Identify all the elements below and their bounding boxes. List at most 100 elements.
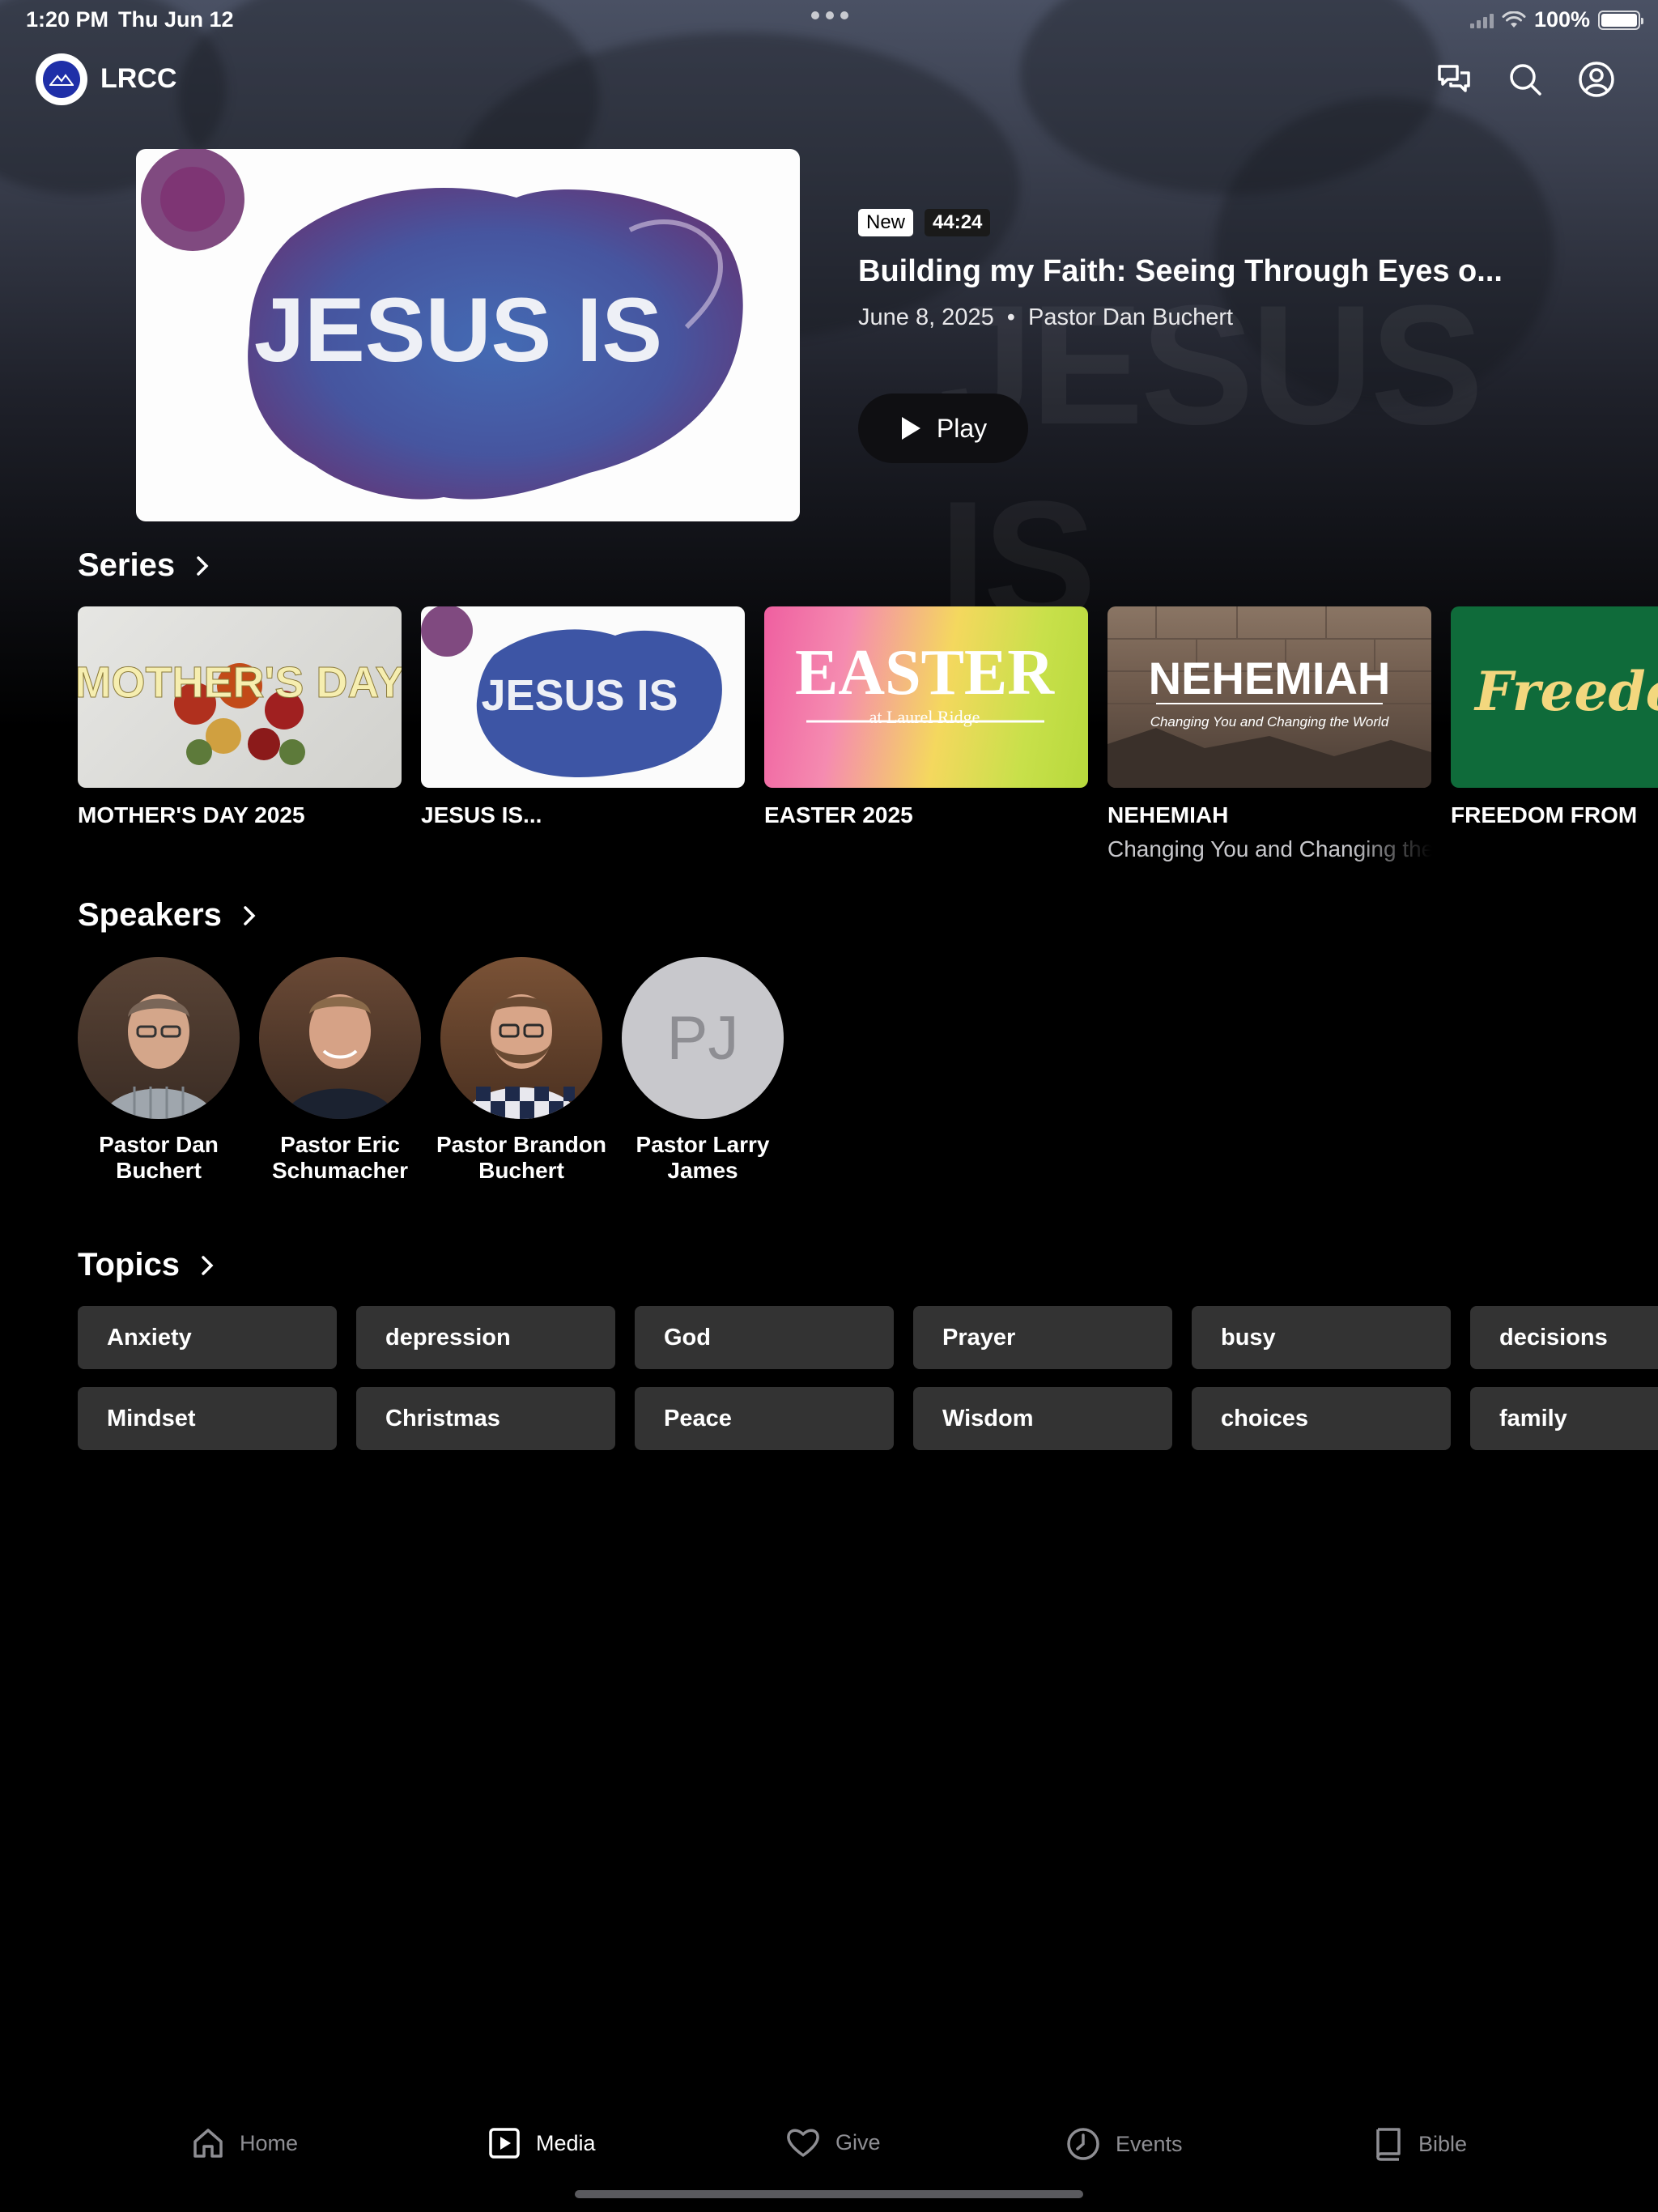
series-title: EASTER 2025 bbox=[764, 802, 913, 827]
easter-artwork: EASTER at Laurel Ridge bbox=[764, 606, 1088, 788]
featured-art-text: JESUS IS bbox=[254, 279, 662, 381]
book-icon bbox=[1376, 2128, 1401, 2161]
speaker-name: Pastor Larry James bbox=[636, 1132, 770, 1183]
series-title: FREEDOM FROM bbox=[1451, 802, 1638, 827]
chat-icon bbox=[1438, 65, 1470, 92]
topic-chip[interactable]: Wisdom bbox=[913, 1387, 1172, 1450]
topic-chip[interactable]: depression bbox=[356, 1306, 615, 1369]
tab-label: Bible bbox=[1418, 2131, 1468, 2156]
play-button[interactable]: Play bbox=[858, 393, 1028, 463]
battery-icon bbox=[1598, 10, 1643, 30]
account-icon bbox=[1579, 62, 1614, 97]
chevron-right-icon bbox=[244, 905, 256, 925]
topic-chip[interactable]: Mindset bbox=[78, 1387, 337, 1450]
clock-icon bbox=[1067, 2128, 1099, 2160]
speaker-avatar-initials: PJ bbox=[622, 957, 784, 1119]
heart-icon bbox=[787, 2129, 819, 2157]
wifi-icon bbox=[1502, 11, 1526, 28]
easter-art-text: EASTER bbox=[795, 637, 1055, 708]
series-card[interactable]: NEHEMIAH Changing You and Changing the W… bbox=[1107, 606, 1431, 862]
search-icon bbox=[1510, 64, 1541, 96]
featured-thumbnail[interactable]: JESUS IS bbox=[136, 149, 800, 521]
series-title: NEHEMIAH bbox=[1107, 802, 1229, 827]
speaker-initials: PJ bbox=[666, 1003, 739, 1073]
topic-chip[interactable]: Prayer bbox=[913, 1306, 1172, 1369]
featured-title[interactable]: Building my Faith: Seeing Through Eyes o… bbox=[858, 254, 1503, 289]
topic-chip[interactable]: family bbox=[1470, 1387, 1658, 1450]
series-card[interactable]: Freedom FREEDOM FROM bbox=[1451, 606, 1658, 828]
church-logo[interactable] bbox=[36, 53, 87, 105]
speakers-heading: Speakers bbox=[78, 897, 222, 933]
app-name: LRCC bbox=[100, 63, 177, 94]
tab-give[interactable]: Give bbox=[785, 2126, 881, 2159]
multitasking-dots[interactable] bbox=[811, 11, 848, 19]
tab-label: Media bbox=[536, 2130, 596, 2155]
freedom-artwork: Freedom bbox=[1451, 606, 1658, 788]
featured-meta: June 8, 2025 • Pastor Dan Buchert bbox=[858, 304, 1233, 331]
account-button[interactable] bbox=[1575, 58, 1618, 100]
chevron-right-icon bbox=[197, 555, 209, 576]
featured-badges: New 44:24 bbox=[858, 209, 991, 236]
topic-chip[interactable]: decisions bbox=[1470, 1306, 1658, 1369]
topic-chip[interactable]: choices bbox=[1192, 1387, 1451, 1450]
tab-label: Give bbox=[835, 2129, 881, 2155]
speaker-avatar bbox=[78, 957, 240, 1119]
jesus-is-art-text: JESUS IS bbox=[481, 671, 678, 720]
mothers-day-artwork: MOTHER'S DAY bbox=[78, 606, 402, 788]
tab-label: Home bbox=[240, 2130, 299, 2155]
nehemiah-art-subtext: Changing You and Changing the World bbox=[1150, 714, 1389, 730]
topic-chip[interactable]: Christmas bbox=[356, 1387, 615, 1450]
series-heading: Series bbox=[78, 547, 176, 583]
jesus-is-series-artwork: JESUS IS bbox=[421, 606, 745, 788]
status-date: Thu Jun 12 bbox=[118, 7, 234, 32]
topic-chip[interactable]: Anxiety bbox=[78, 1306, 337, 1369]
play-icon bbox=[901, 417, 920, 440]
speaker-card[interactable]: Pastor Eric Schumacher bbox=[251, 957, 429, 1184]
freedom-art-text: Freedom bbox=[1473, 660, 1658, 723]
play-label: Play bbox=[936, 413, 988, 443]
home-icon bbox=[193, 2129, 223, 2158]
mothers-day-art-text: MOTHER'S DAY bbox=[78, 658, 402, 707]
tab-media[interactable]: Media bbox=[487, 2126, 596, 2160]
media-icon bbox=[489, 2128, 520, 2159]
series-card[interactable]: JESUS IS JESUS IS... bbox=[421, 606, 745, 828]
tab-bible[interactable]: Bible bbox=[1373, 2126, 1467, 2162]
search-button[interactable] bbox=[1504, 58, 1546, 100]
series-card[interactable]: EASTER at Laurel Ridge EASTER 2025 bbox=[764, 606, 1088, 828]
speakers-header[interactable]: Speakers bbox=[78, 897, 256, 934]
tab-home[interactable]: Home bbox=[191, 2126, 298, 2160]
speaker-name: Pastor Eric Schumacher bbox=[271, 1132, 409, 1183]
status-bar: 1:20 PM Thu Jun 12 100% bbox=[0, 0, 1658, 39]
home-indicator[interactable] bbox=[575, 2190, 1083, 2198]
mountain-logo-icon bbox=[49, 74, 74, 86]
speaker-card[interactable]: PJ Pastor Larry James bbox=[614, 957, 792, 1184]
app-header: LRCC bbox=[0, 50, 1658, 108]
series-card[interactable]: MOTHER'S DAY MOTHER'S DAY 2025 bbox=[78, 606, 402, 828]
duration-badge: 44:24 bbox=[925, 209, 991, 236]
speaker-card[interactable]: Pastor Brandon Buchert bbox=[432, 957, 610, 1184]
speaker-card[interactable]: Pastor Dan Buchert bbox=[70, 957, 248, 1184]
battery-percent: 100% bbox=[1533, 7, 1590, 32]
featured-date: June 8, 2025 bbox=[858, 304, 994, 330]
easter-art-subtext: at Laurel Ridge bbox=[869, 707, 980, 727]
series-header[interactable]: Series bbox=[78, 547, 209, 584]
meta-separator: • bbox=[1006, 304, 1015, 330]
topic-chip[interactable]: busy bbox=[1192, 1306, 1451, 1369]
topics-heading: Topics bbox=[78, 1247, 180, 1283]
status-time: 1:20 PM bbox=[26, 7, 109, 32]
topic-chip[interactable]: Peace bbox=[635, 1387, 894, 1450]
media-screen: JESUS IS 1:20 PM Thu Jun 12 100% LRCC JE… bbox=[0, 0, 1658, 2212]
tab-events[interactable]: Events bbox=[1065, 2126, 1183, 2162]
featured-speaker: Pastor Dan Buchert bbox=[1027, 304, 1234, 330]
speaker-name: Pastor Dan Buchert bbox=[99, 1132, 219, 1183]
series-title: JESUS IS... bbox=[421, 802, 542, 827]
cellular-signal-icon bbox=[1469, 12, 1494, 28]
nehemiah-artwork: NEHEMIAH Changing You and Changing the W… bbox=[1107, 606, 1431, 788]
speaker-name: Pastor Brandon Buchert bbox=[436, 1132, 607, 1183]
series-title: MOTHER'S DAY 2025 bbox=[78, 802, 305, 827]
topic-chip[interactable]: God bbox=[635, 1306, 894, 1369]
chat-button[interactable] bbox=[1433, 58, 1475, 100]
tab-label: Events bbox=[1116, 2131, 1183, 2156]
topics-header[interactable]: Topics bbox=[78, 1247, 214, 1283]
jesus-is-artwork: JESUS IS bbox=[141, 149, 743, 500]
